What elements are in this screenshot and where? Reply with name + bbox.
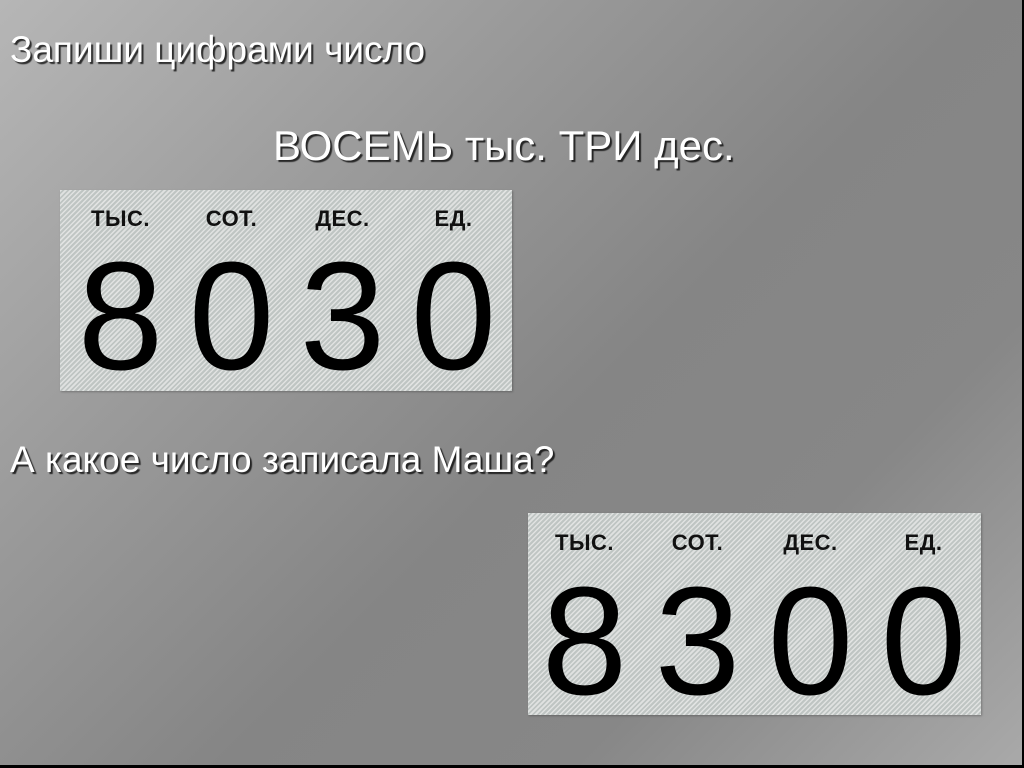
column-digit: 3 <box>654 555 741 727</box>
column-thousands: ТЫС. 8 <box>528 513 641 721</box>
column-digit: 0 <box>188 230 275 402</box>
column-tens: ДЕС. 3 <box>286 190 399 396</box>
correct-place-value-table: ТЫС. 8 СОТ. 0 ДЕС. 3 ЕД. 0 <box>60 190 512 396</box>
number-in-words: ВОСЕМЬ тыс. ТРИ дес. <box>273 122 735 169</box>
column-digit: 3 <box>299 230 386 402</box>
column-label: ТЫС. <box>555 530 614 555</box>
column-digit: 0 <box>767 555 854 727</box>
column-label: ЕД. <box>904 530 943 555</box>
column-digit: 8 <box>77 230 164 402</box>
column-digit: 0 <box>410 230 497 402</box>
column-hundreds: СОТ. 3 <box>641 513 754 721</box>
column-units: ЕД. 0 <box>397 190 510 396</box>
column-label: СОТ. <box>671 530 724 555</box>
column-label: СОТ. <box>205 206 258 231</box>
column-units: ЕД. 0 <box>867 513 980 721</box>
column-thousands: ТЫС. 8 <box>64 190 177 396</box>
masha-place-value-table: ТЫС. 8 СОТ. 3 ДЕС. 0 ЕД. 0 <box>528 513 981 721</box>
column-label: ТЫС. <box>91 206 150 231</box>
column-digit: 8 <box>541 555 628 727</box>
question-text: А какое число записала Маша? <box>10 439 555 480</box>
column-label: ДЕС. <box>783 530 838 555</box>
column-label: ЕД. <box>434 206 473 231</box>
column-label: ДЕС. <box>315 206 370 231</box>
column-tens: ДЕС. 0 <box>754 513 867 721</box>
slide-title: Запиши цифрами число <box>10 29 426 70</box>
slide: Запиши цифрами число ВОСЕМЬ тыс. ТРИ дес… <box>0 0 1022 765</box>
column-digit: 0 <box>880 555 967 727</box>
column-hundreds: СОТ. 0 <box>175 190 288 396</box>
